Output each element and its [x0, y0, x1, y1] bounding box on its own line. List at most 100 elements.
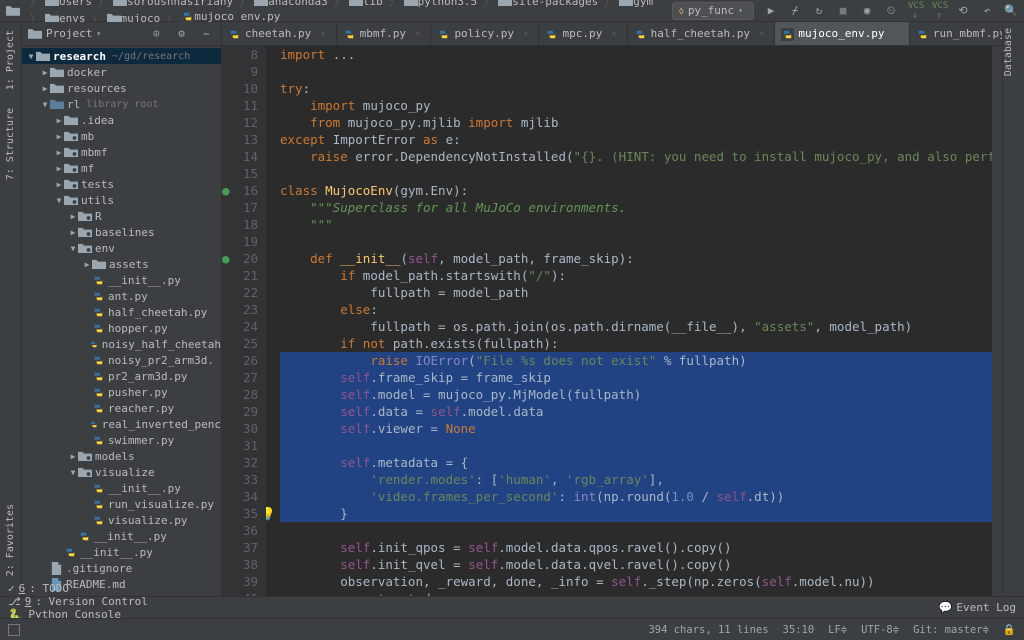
breadcrumb-segment[interactable]: soroushnasiriany	[113, 0, 233, 8]
code-line[interactable]: raise IOError("File %s does not exist" %…	[280, 352, 992, 369]
line-number[interactable]: 39	[222, 573, 258, 590]
line-number[interactable]: 11	[222, 97, 258, 114]
code-line[interactable]: """	[280, 216, 992, 233]
code-line[interactable]: except ImportError as e:	[280, 131, 992, 148]
line-number[interactable]: ●20	[222, 250, 258, 267]
tree-item[interactable]: ▶mb	[22, 128, 221, 144]
line-number[interactable]: 17	[222, 199, 258, 216]
code-line[interactable]: self.frame_skip = frame_skip	[280, 369, 992, 386]
tree-item[interactable]: ▶baselines	[22, 224, 221, 240]
tree-item[interactable]: __init__.py	[22, 528, 221, 544]
line-number[interactable]: 33	[222, 471, 258, 488]
line-number[interactable]: 15	[222, 165, 258, 182]
gutter[interactable]: 89101112131415●16171819●2021222324252627…	[222, 46, 266, 596]
line-number[interactable]: 40	[222, 590, 258, 596]
editor-tab[interactable]: half_cheetah.py✕	[628, 22, 776, 45]
line-number[interactable]: 8	[222, 46, 258, 63]
code-line[interactable]: observation, _reward, done, _info = self…	[280, 573, 992, 590]
tree-item[interactable]: .gitignore	[22, 560, 221, 576]
tree-item[interactable]: visualize.py	[22, 512, 221, 528]
code-line[interactable]: 'render.modes': ['human', 'rgb_array'],	[280, 471, 992, 488]
code-line[interactable]: else:	[280, 301, 992, 318]
breadcrumb-segment[interactable]: site-packages	[498, 0, 598, 8]
breadcrumb-segment[interactable]: anaconda3	[254, 0, 328, 8]
tree-item[interactable]: ▶mbmf	[22, 144, 221, 160]
code-line[interactable]: import ...	[280, 46, 992, 63]
editor-tab[interactable]: mbmf.py✕	[337, 22, 432, 45]
search-icon[interactable]: 🔍	[1004, 4, 1018, 17]
breadcrumb-segment[interactable]: gym	[619, 0, 653, 8]
line-number[interactable]: 21	[222, 267, 258, 284]
run-config-selector[interactable]: ⬨py_func ▾	[672, 2, 754, 20]
tree-item[interactable]: ▶models	[22, 448, 221, 464]
tree-item[interactable]: pr2_arm3d.py	[22, 368, 221, 384]
intention-bulb-icon[interactable]: 💡	[266, 505, 276, 522]
lock-icon[interactable]: 🔒	[1003, 623, 1016, 636]
code-line[interactable]: fullpath = model_path	[280, 284, 992, 301]
tree-item[interactable]: reacher.py	[22, 400, 221, 416]
tree-item[interactable]: __init__.py	[22, 544, 221, 560]
code-line[interactable]: ⊟ def __init__(self, model_path, frame_s…	[280, 250, 992, 267]
bottom-tool-tab[interactable]: ⎇ 9: Version Control	[8, 595, 148, 608]
line-number[interactable]: 31	[222, 437, 258, 454]
line-number[interactable]: 13	[222, 131, 258, 148]
code-line[interactable]: """Superclass for all MuJoCo environment…	[280, 199, 992, 216]
code-line[interactable]: if model_path.startswith("/"):	[280, 267, 992, 284]
vcs-history-icon[interactable]: ⟲	[956, 4, 970, 17]
code-line[interactable]: self.model = mujoco_py.MjModel(fullpath)	[280, 386, 992, 403]
editor-tab[interactable]: policy.py✕	[431, 22, 539, 45]
close-icon[interactable]: ✕	[320, 29, 325, 39]
line-number[interactable]: 19	[222, 233, 258, 250]
tree-item[interactable]: ▶docker	[22, 64, 221, 80]
tool-database[interactable]: Database	[1003, 22, 1014, 82]
tool-favorites[interactable]: 2: Favorites	[5, 500, 16, 580]
editor-tab[interactable]: cheetah.py✕	[222, 22, 337, 45]
tree-item[interactable]: noisy_pr2_arm3d.	[22, 352, 221, 368]
status-line-sep[interactable]: LF≑	[828, 624, 847, 636]
status-overview-icon[interactable]	[8, 624, 20, 636]
stop-icon[interactable]: ■	[836, 4, 850, 17]
code-line[interactable]	[280, 522, 992, 539]
line-number[interactable]: 12	[222, 114, 258, 131]
code-line[interactable]	[280, 437, 992, 454]
code-line[interactable]: fullpath = os.path.join(os.path.dirname(…	[280, 318, 992, 335]
code-line[interactable]	[280, 165, 992, 182]
tree-item[interactable]: __init__.py	[22, 480, 221, 496]
tree-item[interactable]: __init__.py	[22, 272, 221, 288]
error-stripe[interactable]	[992, 46, 1002, 596]
tree-item[interactable]: hopper.py	[22, 320, 221, 336]
line-number[interactable]: 29	[222, 403, 258, 420]
tree-item[interactable]: ▶.idea	[22, 112, 221, 128]
code-line[interactable]: self.viewer = None	[280, 420, 992, 437]
code-line[interactable]: raise error.DependencyNotInstalled("{}. …	[280, 148, 992, 165]
line-number[interactable]: 22	[222, 284, 258, 301]
status-encoding[interactable]: UTF-8≑	[861, 624, 899, 636]
project-tree[interactable]: ▼research~/gd/research▶docker▶resources▼…	[22, 46, 221, 596]
code-line[interactable]	[280, 233, 992, 250]
breadcrumb-segment[interactable]: lib	[349, 0, 383, 8]
code-line[interactable]: import mujoco_py	[280, 97, 992, 114]
tree-item[interactable]: ▶resources	[22, 80, 221, 96]
tree-item[interactable]: ▼rl library root	[22, 96, 221, 112]
status-caret-pos[interactable]: 35:10	[783, 624, 815, 636]
code-line[interactable]: ⊟class MujocoEnv(gym.Env):	[280, 182, 992, 199]
tree-item[interactable]: noisy_half_cheetah	[22, 336, 221, 352]
run-icon[interactable]: ▶	[764, 4, 778, 17]
editor-tab[interactable]: run_mbmf.py✕	[910, 22, 1002, 45]
code-line[interactable]: ⊟ self.metadata = {	[280, 454, 992, 471]
tree-item[interactable]: ant.py	[22, 288, 221, 304]
line-number[interactable]: 28	[222, 386, 258, 403]
line-number[interactable]: 35	[222, 505, 258, 522]
line-number[interactable]: 25	[222, 335, 258, 352]
code-line[interactable]: if not path.exists(fullpath):	[280, 335, 992, 352]
vcs-update-icon[interactable]: VCS↓	[908, 1, 922, 21]
tree-item[interactable]: pusher.py	[22, 384, 221, 400]
vcs-commit-icon[interactable]: VCS↑	[932, 1, 946, 21]
tree-root[interactable]: ▼research~/gd/research	[22, 48, 221, 64]
line-number[interactable]: 32	[222, 454, 258, 471]
code-line[interactable]: self.init_qvel = self.model.data.qvel.ra…	[280, 556, 992, 573]
event-log-tab[interactable]: 💬 Event Log	[939, 601, 1016, 614]
breadcrumb-root[interactable]	[6, 5, 24, 16]
close-icon[interactable]: ✕	[611, 29, 616, 39]
tree-item[interactable]: ▼env	[22, 240, 221, 256]
